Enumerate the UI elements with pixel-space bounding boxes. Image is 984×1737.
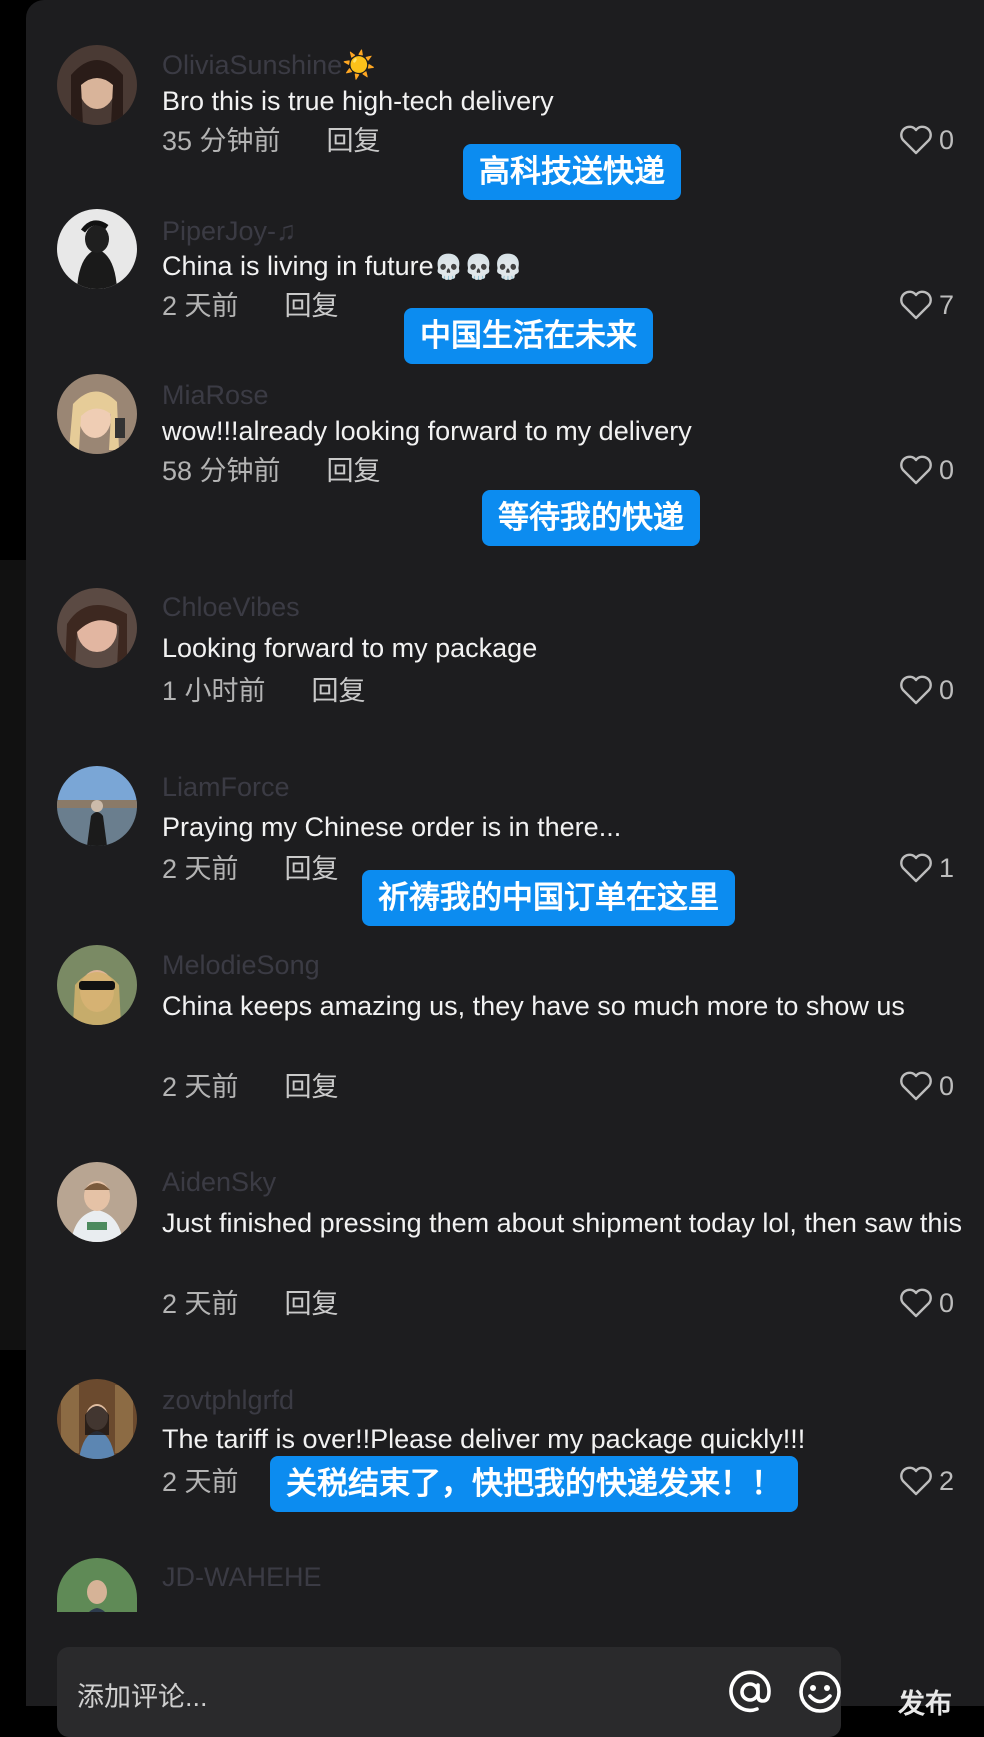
like-button[interactable]: 0	[899, 674, 954, 706]
timestamp: 2 天前	[162, 291, 239, 321]
comment-text: Just finished pressing them about shipme…	[162, 1208, 962, 1238]
heart-icon	[900, 290, 932, 320]
like-count: 0	[938, 124, 954, 155]
comment-text: The tariff is over!!Please deliver my pa…	[162, 1424, 806, 1454]
comment-text: Praying my Chinese order is in there...	[162, 812, 622, 842]
timestamp: 2 天前	[162, 1072, 239, 1102]
comment-meta: 2 天前 回复	[162, 1287, 339, 1321]
comment-text: Looking forward to my package	[162, 633, 538, 663]
comment-text: China keeps amazing us, they have so muc…	[162, 991, 905, 1021]
like-count: 0	[938, 1287, 954, 1318]
avatar[interactable]	[57, 1162, 137, 1242]
avatar[interactable]	[57, 1558, 137, 1612]
like-button[interactable]: 0	[899, 1287, 954, 1319]
publish-button[interactable]: 发布	[898, 1682, 952, 1721]
avatar[interactable]	[57, 209, 137, 289]
comment-meta: 2 天前 回复	[162, 852, 339, 886]
username[interactable]: zovtphlgrfd	[162, 1383, 294, 1417]
subtitle-caption: 中国生活在未来	[404, 308, 653, 364]
comment-meta: 58 分钟前 回复	[162, 454, 381, 488]
timestamp: 1 小时前	[162, 676, 266, 706]
username[interactable]: ChloeVibes	[162, 590, 300, 624]
comment-text: wow!!!already looking forward to my deli…	[162, 416, 692, 446]
subtitle-caption: 等待我的快递	[482, 490, 700, 546]
heart-icon	[900, 853, 932, 883]
heart-icon	[900, 455, 932, 485]
like-count: 1	[938, 852, 954, 883]
avatar[interactable]	[57, 588, 137, 668]
heart-icon	[900, 1466, 932, 1496]
avatar[interactable]	[57, 945, 137, 1025]
username[interactable]: LiamForce	[162, 770, 290, 804]
avatar[interactable]	[57, 374, 137, 454]
like-button[interactable]: 0	[899, 1070, 954, 1102]
comment-meta: 2 天前	[162, 1465, 239, 1499]
reply-button[interactable]: 回复	[327, 454, 381, 488]
timestamp: 35 分钟前	[162, 126, 281, 156]
username[interactable]: MelodieSong	[162, 948, 320, 982]
like-button[interactable]: 0	[899, 124, 954, 156]
like-count: 0	[938, 1070, 954, 1101]
subtitle-caption: 祈祷我的中国订单在这里	[362, 870, 735, 926]
timestamp: 2 天前	[162, 1467, 239, 1497]
reply-button[interactable]: 回复	[327, 124, 381, 158]
avatar[interactable]	[57, 766, 137, 846]
skull-emoji: 💀💀💀	[433, 254, 524, 281]
username[interactable]: AidenSky	[162, 1165, 276, 1199]
timestamp: 58 分钟前	[162, 456, 281, 486]
like-button[interactable]: 7	[899, 289, 954, 321]
comment-input-bar: 添加评论... 发布	[26, 1612, 984, 1737]
like-count: 7	[938, 289, 954, 320]
like-button[interactable]: 0	[899, 454, 954, 486]
comment-meta: 35 分钟前 回复	[162, 124, 381, 158]
reply-button[interactable]: 回复	[285, 1070, 339, 1104]
reply-button[interactable]: 回复	[285, 289, 339, 323]
subtitle-caption: 高科技送快递	[463, 144, 681, 200]
like-button[interactable]: 2	[899, 1465, 954, 1497]
avatar[interactable]	[57, 45, 137, 125]
smile-icon[interactable]	[797, 1669, 843, 1715]
comment-meta: 2 天前 回复	[162, 1070, 339, 1104]
username[interactable]: JD-WAHEHE	[162, 1560, 322, 1594]
like-count: 0	[938, 454, 954, 485]
username[interactable]: MiaRose	[162, 378, 269, 412]
at-icon[interactable]	[727, 1669, 773, 1715]
comment-meta: 1 小时前 回复	[162, 674, 366, 708]
timestamp: 2 天前	[162, 854, 239, 884]
comments-panel: OliviaSunshine☀️ Bro this is true high-t…	[26, 0, 984, 1737]
reply-button[interactable]: 回复	[285, 852, 339, 886]
comment-text: China is living in future💀💀💀	[162, 247, 962, 287]
like-button[interactable]: 1	[899, 852, 954, 884]
comment-input-placeholder: 添加评论...	[77, 1682, 208, 1712]
like-count: 2	[938, 1465, 954, 1496]
heart-icon	[900, 1288, 932, 1318]
timestamp: 2 天前	[162, 1289, 239, 1319]
heart-icon	[900, 125, 932, 155]
heart-icon	[900, 675, 932, 705]
avatar[interactable]	[57, 1379, 137, 1459]
like-count: 0	[938, 674, 954, 705]
subtitle-caption: 关税结束了，快把我的快递发来！！	[270, 1456, 798, 1512]
comment-meta: 2 天前 回复	[162, 289, 339, 323]
heart-icon	[900, 1071, 932, 1101]
username[interactable]: OliviaSunshine☀️	[162, 48, 376, 82]
reply-button[interactable]: 回复	[285, 1287, 339, 1321]
comment-input[interactable]: 添加评论...	[57, 1647, 841, 1737]
username[interactable]: PiperJoy-♫	[162, 214, 296, 248]
comment-text: Bro this is true high-tech delivery	[162, 86, 554, 116]
reply-button[interactable]: 回复	[312, 674, 366, 708]
background-edge	[0, 560, 26, 1350]
